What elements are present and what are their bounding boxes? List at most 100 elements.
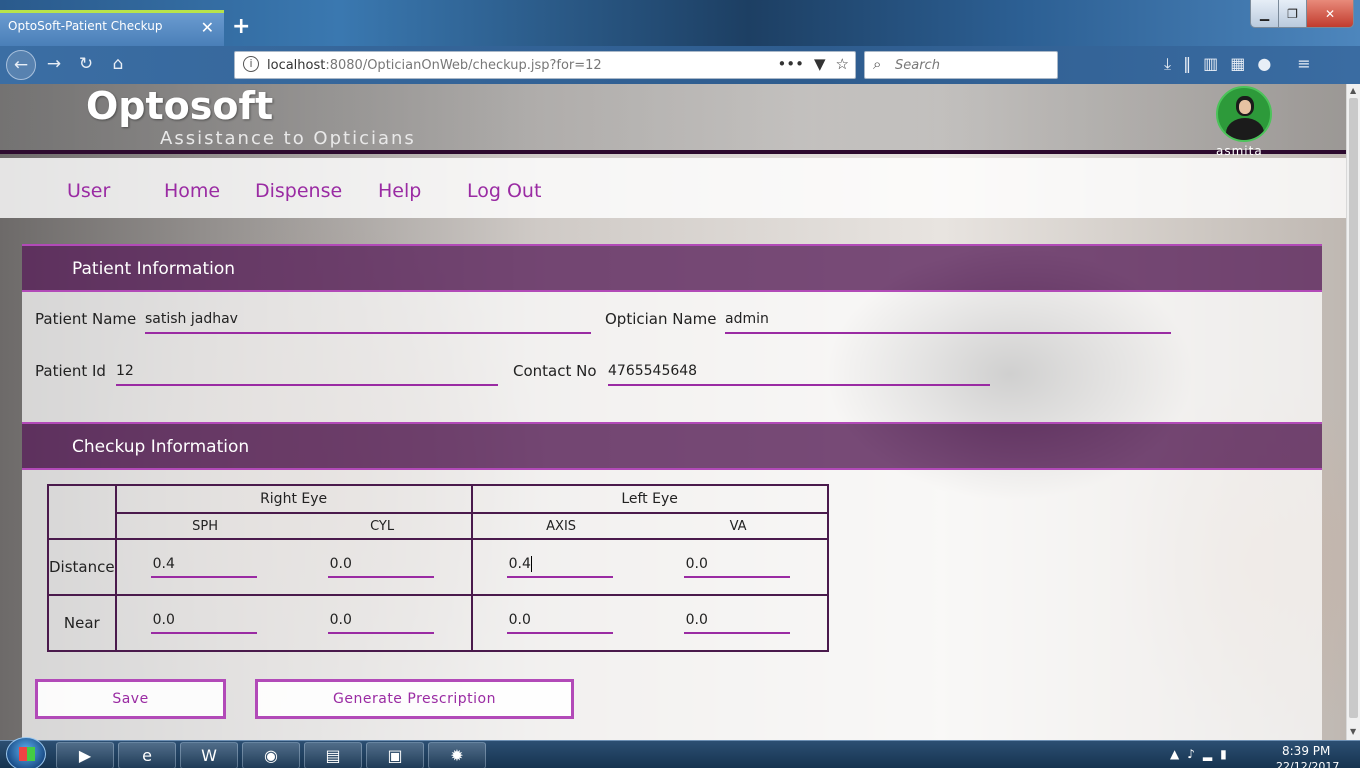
right-eye-header: Right Eye bbox=[114, 484, 473, 514]
user-avatar-icon[interactable] bbox=[1216, 86, 1272, 142]
back-icon[interactable]: ← bbox=[6, 50, 36, 80]
browser-title-bar: OptoSoft-Patient Checkup ✕ + ▁ ❐ ✕ bbox=[0, 0, 1360, 46]
page-actions-icon[interactable]: ••• bbox=[777, 55, 804, 73]
near-axis-cell: 0.0 bbox=[470, 594, 650, 652]
sidebar-icon[interactable]: ▥ bbox=[1203, 54, 1218, 74]
start-button[interactable] bbox=[6, 737, 46, 768]
near-va-cell: 0.0 bbox=[649, 594, 829, 652]
save-button[interactable]: Save bbox=[35, 679, 226, 719]
site-tagline: Assistance to Opticians bbox=[160, 128, 416, 149]
tab-title: OptoSoft-Patient Checkup bbox=[8, 19, 163, 33]
page-scrollbar[interactable]: ▲ ▼ bbox=[1346, 84, 1360, 740]
close-window-icon[interactable]: ✕ bbox=[1307, 0, 1353, 27]
search-icon: ⌕ bbox=[873, 55, 882, 73]
home-icon[interactable]: ⌂ bbox=[106, 54, 130, 74]
url-host: localhost bbox=[267, 58, 326, 73]
patient-name-label: Patient Name bbox=[35, 310, 137, 328]
media-player-icon[interactable]: ▶ bbox=[56, 742, 114, 768]
new-tab-icon[interactable]: + bbox=[232, 14, 250, 39]
generate-prescription-button[interactable]: Generate Prescription bbox=[255, 679, 574, 719]
optician-name-label: Optician Name bbox=[605, 310, 717, 328]
taskbar-clock[interactable]: 8:39 PM bbox=[1282, 744, 1330, 758]
column-header-axis: AXIS bbox=[470, 512, 650, 540]
reload-icon[interactable]: ↻ bbox=[74, 54, 98, 74]
show-hidden-icons-icon[interactable]: ▲ bbox=[1170, 747, 1179, 761]
restore-icon[interactable]: ❐ bbox=[1279, 0, 1307, 27]
menu-item-user[interactable]: User bbox=[67, 180, 110, 202]
menu-item-home[interactable]: Home bbox=[164, 180, 220, 202]
distance-axis-cell: 0.4 bbox=[470, 538, 650, 596]
near-cyl-cell: 0.0 bbox=[293, 594, 473, 652]
checkup-info-header: Checkup Information bbox=[22, 422, 1322, 470]
paint-icon[interactable]: ✹ bbox=[428, 742, 486, 768]
patient-id-label: Patient Id bbox=[35, 362, 106, 380]
row-label-near: Near bbox=[47, 594, 117, 652]
username: asmita bbox=[1216, 144, 1263, 158]
near-cyl-input[interactable]: 0.0 bbox=[327, 612, 434, 634]
near-sph-cell: 0.0 bbox=[114, 594, 294, 652]
scroll-down-icon[interactable]: ▼ bbox=[1350, 727, 1356, 736]
virtualbox-icon[interactable]: ▣ bbox=[366, 742, 424, 768]
taskbar-date[interactable]: 22/12/2017 bbox=[1276, 760, 1339, 768]
scrollbar-thumb[interactable] bbox=[1349, 98, 1358, 718]
near-axis-input[interactable]: 0.0 bbox=[506, 612, 613, 634]
browser-toolbar: ← → ↻ ⌂ i localhost:8080/OpticianOnWeb/c… bbox=[0, 46, 1360, 84]
system-tray: ▲ ♪ ▂ ▮ bbox=[1170, 747, 1227, 761]
bookmark-star-icon[interactable]: ☆ bbox=[836, 55, 849, 73]
site-logo: Optosoft bbox=[86, 84, 274, 128]
scroll-up-icon[interactable]: ▲ bbox=[1350, 86, 1356, 95]
near-va-input[interactable]: 0.0 bbox=[683, 612, 790, 634]
distance-sph-cell: 0.4 bbox=[114, 538, 294, 596]
table-row: Near 0.0 0.0 0.0 0.0 bbox=[47, 594, 829, 652]
patient-id-field[interactable]: 12 bbox=[116, 360, 498, 386]
patient-info-header: Patient Information bbox=[22, 244, 1322, 292]
search-input[interactable]: ⌕ Search bbox=[864, 51, 1058, 79]
eye-checkup-table: Right Eye Left Eye SPH CYL AXIS VA Dista… bbox=[47, 484, 829, 652]
near-sph-input[interactable]: 0.0 bbox=[150, 612, 257, 634]
power-icon[interactable]: ▮ bbox=[1220, 747, 1227, 761]
distance-cyl-input[interactable]: 0.0 bbox=[327, 556, 434, 578]
pocket-icon[interactable]: ▼ bbox=[814, 55, 826, 73]
info-icon[interactable]: i bbox=[243, 56, 259, 72]
distance-axis-input[interactable]: 0.4 bbox=[506, 556, 613, 578]
patient-name-field[interactable]: satish jadhav bbox=[145, 308, 591, 334]
address-bar[interactable]: i localhost:8080/OpticianOnWeb/checkup.j… bbox=[234, 51, 856, 79]
web-page: Optosoft Assistance to Opticians asmita … bbox=[0, 84, 1346, 740]
volume-icon[interactable]: ♪ bbox=[1187, 747, 1195, 761]
file-explorer-icon[interactable]: ▤ bbox=[304, 742, 362, 768]
text-caret bbox=[530, 556, 532, 572]
internet-explorer-icon[interactable]: e bbox=[118, 742, 176, 768]
menu-item-dispense[interactable]: Dispense bbox=[255, 180, 342, 202]
distance-va-input[interactable]: 0.0 bbox=[683, 556, 790, 578]
url-path: :8080/OpticianOnWeb/checkup.jsp?for=12 bbox=[325, 58, 602, 73]
browser-tools: ⤓ ‖ ▥ ▦ ● ≡ bbox=[1164, 54, 1311, 74]
distance-sph-input[interactable]: 0.4 bbox=[150, 556, 257, 578]
word-icon[interactable]: W bbox=[180, 742, 238, 768]
distance-va-cell: 0.0 bbox=[649, 538, 829, 596]
window-controls: ▁ ❐ ✕ bbox=[1250, 0, 1354, 28]
menu-item-help[interactable]: Help bbox=[378, 180, 421, 202]
grid-icon[interactable]: ▦ bbox=[1230, 54, 1245, 74]
search-placeholder: Search bbox=[895, 58, 940, 73]
download-icon[interactable]: ⤓ bbox=[1164, 54, 1171, 74]
table-corner-cell bbox=[47, 484, 117, 540]
minimize-icon[interactable]: ▁ bbox=[1251, 0, 1279, 27]
browser-tab[interactable]: OptoSoft-Patient Checkup ✕ bbox=[0, 10, 224, 46]
column-header-sph: SPH bbox=[114, 512, 294, 540]
contact-no-label: Contact No bbox=[513, 362, 597, 380]
distance-axis-value: 0.4 bbox=[508, 556, 531, 572]
extension-icon[interactable]: ● bbox=[1257, 54, 1271, 74]
row-label-distance: Distance bbox=[47, 538, 117, 596]
firefox-icon[interactable]: ◉ bbox=[242, 742, 300, 768]
forward-icon[interactable]: → bbox=[42, 54, 66, 74]
close-tab-icon[interactable]: ✕ bbox=[201, 18, 214, 37]
left-eye-header: Left Eye bbox=[470, 484, 829, 514]
network-icon[interactable]: ▂ bbox=[1203, 747, 1212, 761]
optician-name-field[interactable]: admin bbox=[725, 308, 1171, 334]
column-header-cyl: CYL bbox=[293, 512, 473, 540]
contact-no-field[interactable]: 4765545648 bbox=[608, 360, 990, 386]
menu-icon[interactable]: ≡ bbox=[1297, 54, 1310, 74]
menu-item-logout[interactable]: Log Out bbox=[467, 180, 541, 202]
distance-cyl-cell: 0.0 bbox=[293, 538, 473, 596]
library-icon[interactable]: ‖ bbox=[1183, 54, 1191, 74]
